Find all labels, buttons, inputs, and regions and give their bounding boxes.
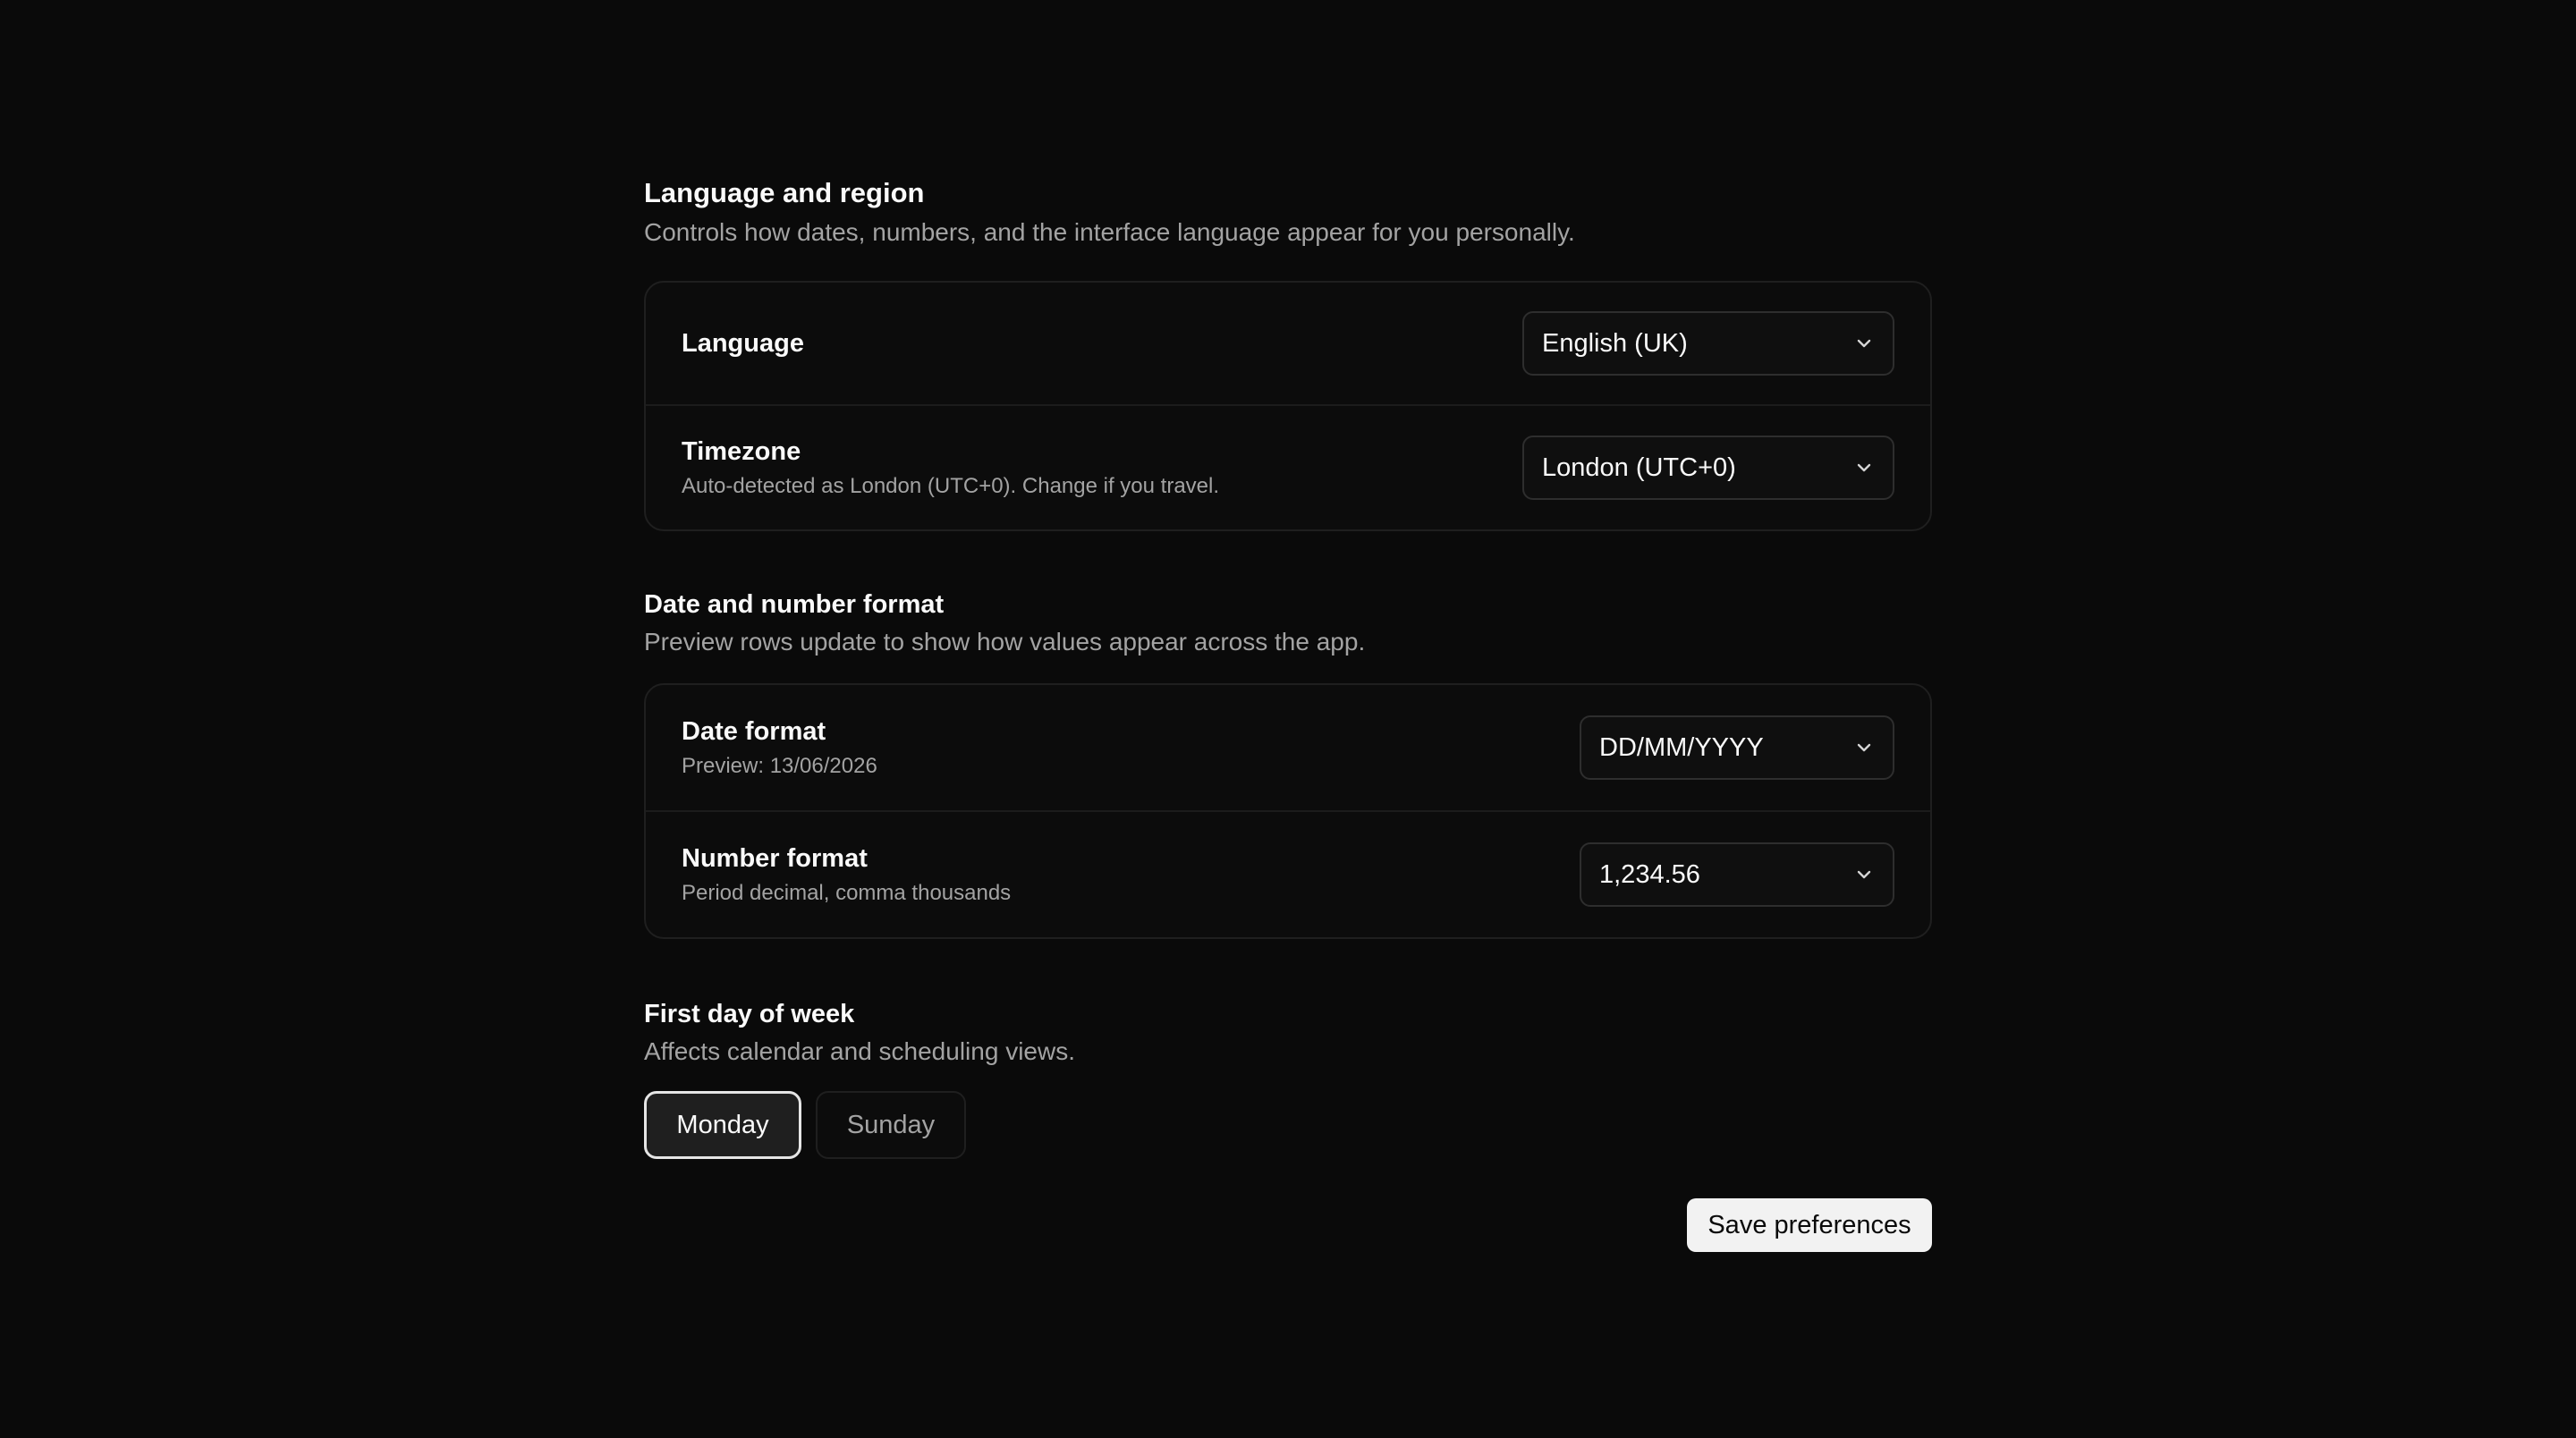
timezone-text: Timezone Auto-detected as London (UTC+0)…	[682, 435, 1219, 501]
number-format-select[interactable]: 1,234.56	[1580, 842, 1894, 907]
date-format-preview: Preview: 13/06/2026	[682, 754, 877, 778]
language-select[interactable]: English (UK)	[1522, 311, 1894, 376]
language-label: Language	[682, 329, 804, 358]
number-format-text: Number format Period decimal, comma thou…	[682, 842, 1011, 908]
timezone-hint: Auto-detected as London (UTC+0). Change …	[682, 474, 1220, 498]
settings-panel: Language and region Controls how dates, …	[644, 175, 1932, 1252]
language-region-card: Language English (UK) Timezone Auto-dete…	[644, 281, 1932, 531]
monday-option[interactable]: Monday	[644, 1091, 801, 1159]
number-format-select-value: 1,234.56	[1599, 859, 1700, 889]
sunday-option[interactable]: Sunday	[816, 1091, 966, 1159]
date-format-text: Date format Preview: 13/06/2026	[682, 715, 877, 781]
footer-actions: Save preferences	[644, 1198, 1932, 1252]
number-format-hint: Period decimal, comma thousands	[682, 881, 1012, 905]
section-first-day: First day of week Affects calendar and s…	[644, 996, 1932, 1070]
date-format-select[interactable]: DD/MM/YYYY	[1580, 715, 1894, 780]
timezone-select[interactable]: London (UTC+0)	[1522, 436, 1894, 500]
section-description: Controls how dates, numbers, and the int…	[644, 218, 1575, 246]
date-number-card: Date format Preview: 13/06/2026 DD/MM/YY…	[644, 683, 1932, 939]
language-select-value: English (UK)	[1542, 328, 1688, 358]
section-title: Language and region	[644, 177, 925, 208]
section-description: Preview rows update to show how values a…	[644, 628, 1366, 656]
date-format-label: Date format	[682, 717, 826, 746]
chevron-down-icon	[1857, 870, 1871, 879]
section-date-number: Date and number format Preview rows upda…	[644, 587, 1932, 660]
timezone-row: Timezone Auto-detected as London (UTC+0)…	[646, 404, 1930, 529]
timezone-select-value: London (UTC+0)	[1542, 453, 1736, 482]
date-format-row: Date format Preview: 13/06/2026 DD/MM/YY…	[646, 685, 1930, 810]
language-row: Language English (UK)	[646, 283, 1930, 404]
chevron-down-icon	[1857, 339, 1871, 348]
timezone-label: Timezone	[682, 437, 801, 466]
first-day-segmented-control: Monday Sunday	[644, 1091, 1932, 1159]
chevron-down-icon	[1857, 463, 1871, 472]
section-title: Date and number format	[644, 590, 945, 619]
date-format-select-value: DD/MM/YYYY	[1599, 732, 1764, 762]
section-language-region: Language and region Controls how dates, …	[644, 175, 1932, 250]
save-preferences-button[interactable]: Save preferences	[1687, 1198, 1932, 1252]
number-format-row: Number format Period decimal, comma thou…	[646, 810, 1930, 937]
section-title: First day of week	[644, 1000, 855, 1028]
number-format-label: Number format	[682, 844, 868, 873]
chevron-down-icon	[1857, 743, 1871, 752]
section-description: Affects calendar and scheduling views.	[644, 1037, 1075, 1065]
